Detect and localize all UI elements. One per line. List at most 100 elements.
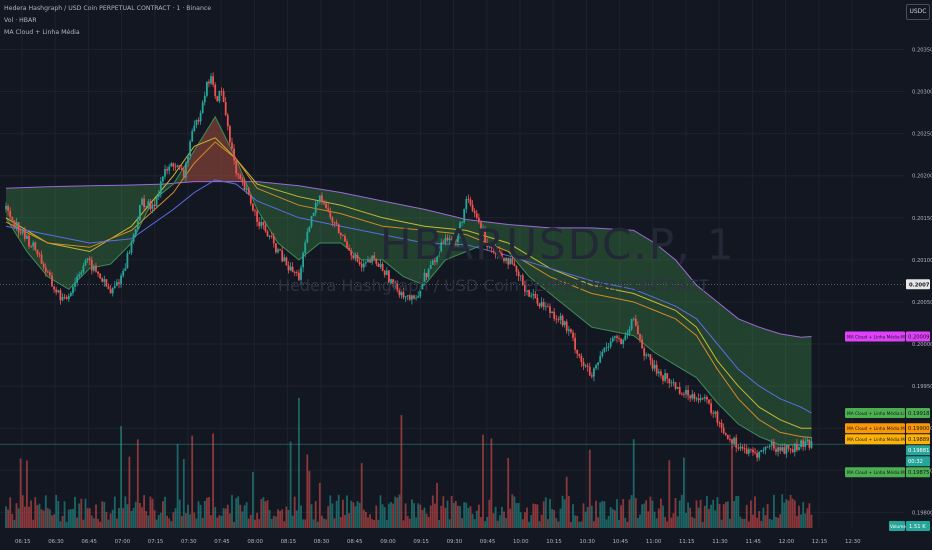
volume-bar — [653, 511, 656, 528]
currency-button[interactable]: USDC — [906, 4, 930, 20]
volume-bar — [496, 520, 499, 528]
price-tick-label: 0.20150 — [912, 216, 932, 222]
volume-bar — [354, 506, 357, 528]
candle-body — [798, 447, 800, 451]
candle-body — [166, 169, 168, 171]
volume-bar — [42, 510, 45, 528]
candle-body — [373, 255, 376, 259]
price-tick-label: 0.19950 — [912, 384, 932, 390]
candle-body — [618, 338, 620, 339]
volume-bar — [791, 498, 794, 528]
candle-body — [116, 282, 118, 286]
candle-body — [802, 440, 805, 447]
volume-bar — [55, 494, 58, 528]
volume-bar — [358, 502, 361, 528]
candle-body — [157, 193, 160, 197]
volume-bar — [611, 509, 614, 528]
volume-bar — [639, 514, 641, 528]
candle-body — [130, 241, 133, 253]
candle-body — [639, 334, 641, 340]
volume-bar — [519, 512, 522, 528]
volume-bar — [270, 519, 273, 528]
indicator-name-text: MA Cloud + Linha Média:MA3 — [847, 425, 911, 432]
candle-body — [695, 398, 698, 400]
volume-bar — [475, 510, 478, 528]
volume-bar — [134, 501, 137, 528]
price-tick-label: 0.20200 — [912, 174, 932, 180]
volume-bar — [57, 501, 60, 528]
volume-bar — [139, 503, 141, 528]
price-chart[interactable]: 0.20350 0.20300 0.20250 0.20200 0.20150 0.201… — [0, 0, 932, 550]
volume-bar — [90, 515, 93, 528]
volume-bar — [373, 520, 376, 528]
candle-body — [178, 165, 181, 168]
volume-bar — [157, 515, 160, 528]
volume-bar — [745, 504, 748, 528]
volume-bar — [691, 516, 694, 528]
candle-body — [159, 181, 162, 194]
volume-bar — [467, 507, 470, 528]
volume-bar — [404, 503, 407, 528]
volume-bar — [680, 494, 683, 528]
volume-bar — [166, 515, 168, 528]
candle-body — [747, 449, 750, 454]
candle-body — [777, 447, 779, 452]
volume-bar — [708, 508, 710, 528]
candle-body — [203, 95, 206, 103]
volume-bar — [145, 511, 148, 528]
candle-body — [360, 263, 363, 268]
volume-bar — [419, 504, 422, 528]
volume-bar — [672, 513, 675, 528]
volume-bar — [442, 496, 445, 528]
candle-body — [264, 225, 267, 232]
volume-bar — [699, 499, 702, 528]
candle-body — [764, 446, 767, 450]
candle-body — [475, 213, 478, 218]
volume-bar — [210, 515, 212, 528]
volume-bar — [427, 517, 430, 528]
volume-bar — [197, 501, 200, 528]
volume-bar — [731, 445, 733, 528]
ma-cloud-indicator-title[interactable]: MA Cloud + Linha Média — [4, 29, 80, 36]
volume-bar — [729, 518, 731, 528]
candle-body — [258, 221, 261, 227]
candle-body — [109, 289, 112, 294]
volume-bar — [425, 513, 428, 528]
volume-bar — [256, 512, 258, 528]
candle-body — [383, 270, 386, 275]
candle-body — [295, 272, 298, 273]
candle-body — [323, 201, 325, 204]
time-tick-label: 08:15 — [281, 539, 297, 545]
volume-bar — [406, 516, 409, 528]
volume-bar — [258, 519, 261, 528]
candle-body — [371, 255, 374, 263]
volume-bar — [762, 507, 765, 528]
volume-bar — [400, 415, 403, 528]
time-tick-label: 07:00 — [115, 539, 131, 545]
candle-body — [260, 222, 263, 227]
candle-body — [563, 321, 566, 326]
volume-bar — [676, 516, 679, 528]
volume-bar — [323, 518, 325, 528]
volume-bar — [760, 520, 763, 528]
volume-bar — [628, 499, 631, 528]
volume-name-text: Volume — [890, 524, 906, 530]
candle-body — [199, 112, 202, 122]
candle-body — [162, 176, 164, 182]
candle-body — [471, 204, 474, 211]
volume-bar — [392, 503, 394, 528]
volume-bar — [649, 496, 652, 528]
volume-bar — [260, 499, 263, 528]
candle-body — [170, 163, 173, 167]
volume-bar — [262, 497, 265, 528]
volume-bar — [97, 518, 99, 528]
candle-body — [36, 249, 39, 255]
time-tick-label: 12:30 — [845, 539, 861, 545]
volume-bar — [578, 521, 581, 528]
volume-bar — [678, 500, 681, 528]
volume-indicator-title[interactable]: Vol · HBAR — [4, 17, 37, 24]
volume-bar — [21, 495, 24, 528]
chart-stage[interactable]: 0.20350 0.20300 0.20250 0.20200 0.20150 0.201… — [0, 0, 932, 550]
indicator-price-label: MA Cloud + Linha Média:MA20.19889 — [845, 434, 930, 445]
candle-body — [38, 254, 41, 256]
